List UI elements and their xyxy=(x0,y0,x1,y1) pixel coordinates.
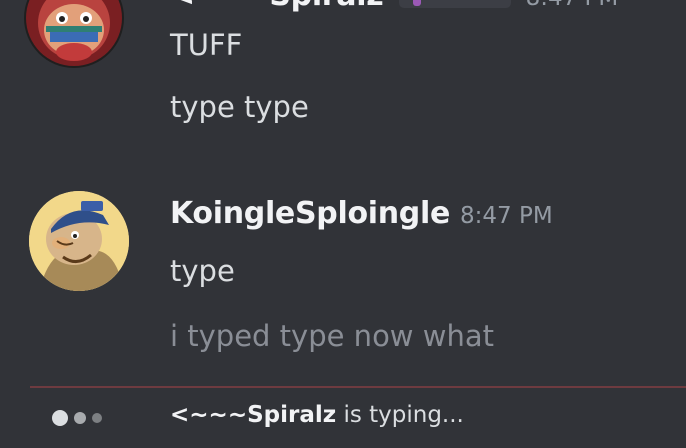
message-header: KoingleSploingle 8:47 PM xyxy=(170,196,553,231)
typing-text: <~~~Spiralz is typing... xyxy=(170,402,464,428)
message-author[interactable]: <~~~Spiralz xyxy=(170,0,384,13)
message-author[interactable]: KoingleSploingle xyxy=(170,196,450,231)
message-timestamp[interactable]: 8:47 PM xyxy=(460,203,553,229)
typing-suffix: is typing... xyxy=(336,402,464,428)
chat-messages: <~~~Spiralz 8:47 PM TUFF type type xyxy=(0,0,686,448)
muppet-avatar-icon[interactable] xyxy=(24,0,124,68)
message-text: TUFF xyxy=(170,28,243,62)
typing-dots-icon xyxy=(52,408,112,426)
cartoon-character-avatar-icon[interactable] xyxy=(29,191,129,291)
avatar-image xyxy=(29,191,129,291)
role-badge[interactable] xyxy=(398,0,511,8)
message-header: <~~~Spiralz 8:47 PM xyxy=(170,0,618,13)
message-text: type xyxy=(170,254,235,288)
message-text: type type xyxy=(170,90,309,124)
typing-user-name[interactable]: <~~~Spiralz xyxy=(170,402,336,428)
message-timestamp[interactable]: 8:47 PM xyxy=(526,0,619,11)
role-color-icon xyxy=(412,0,421,6)
new-messages-divider xyxy=(30,386,686,388)
typing-indicator: <~~~Spiralz is typing... xyxy=(0,392,686,448)
message-text-pending: i typed type now what xyxy=(170,319,494,353)
avatar-image xyxy=(24,0,124,68)
